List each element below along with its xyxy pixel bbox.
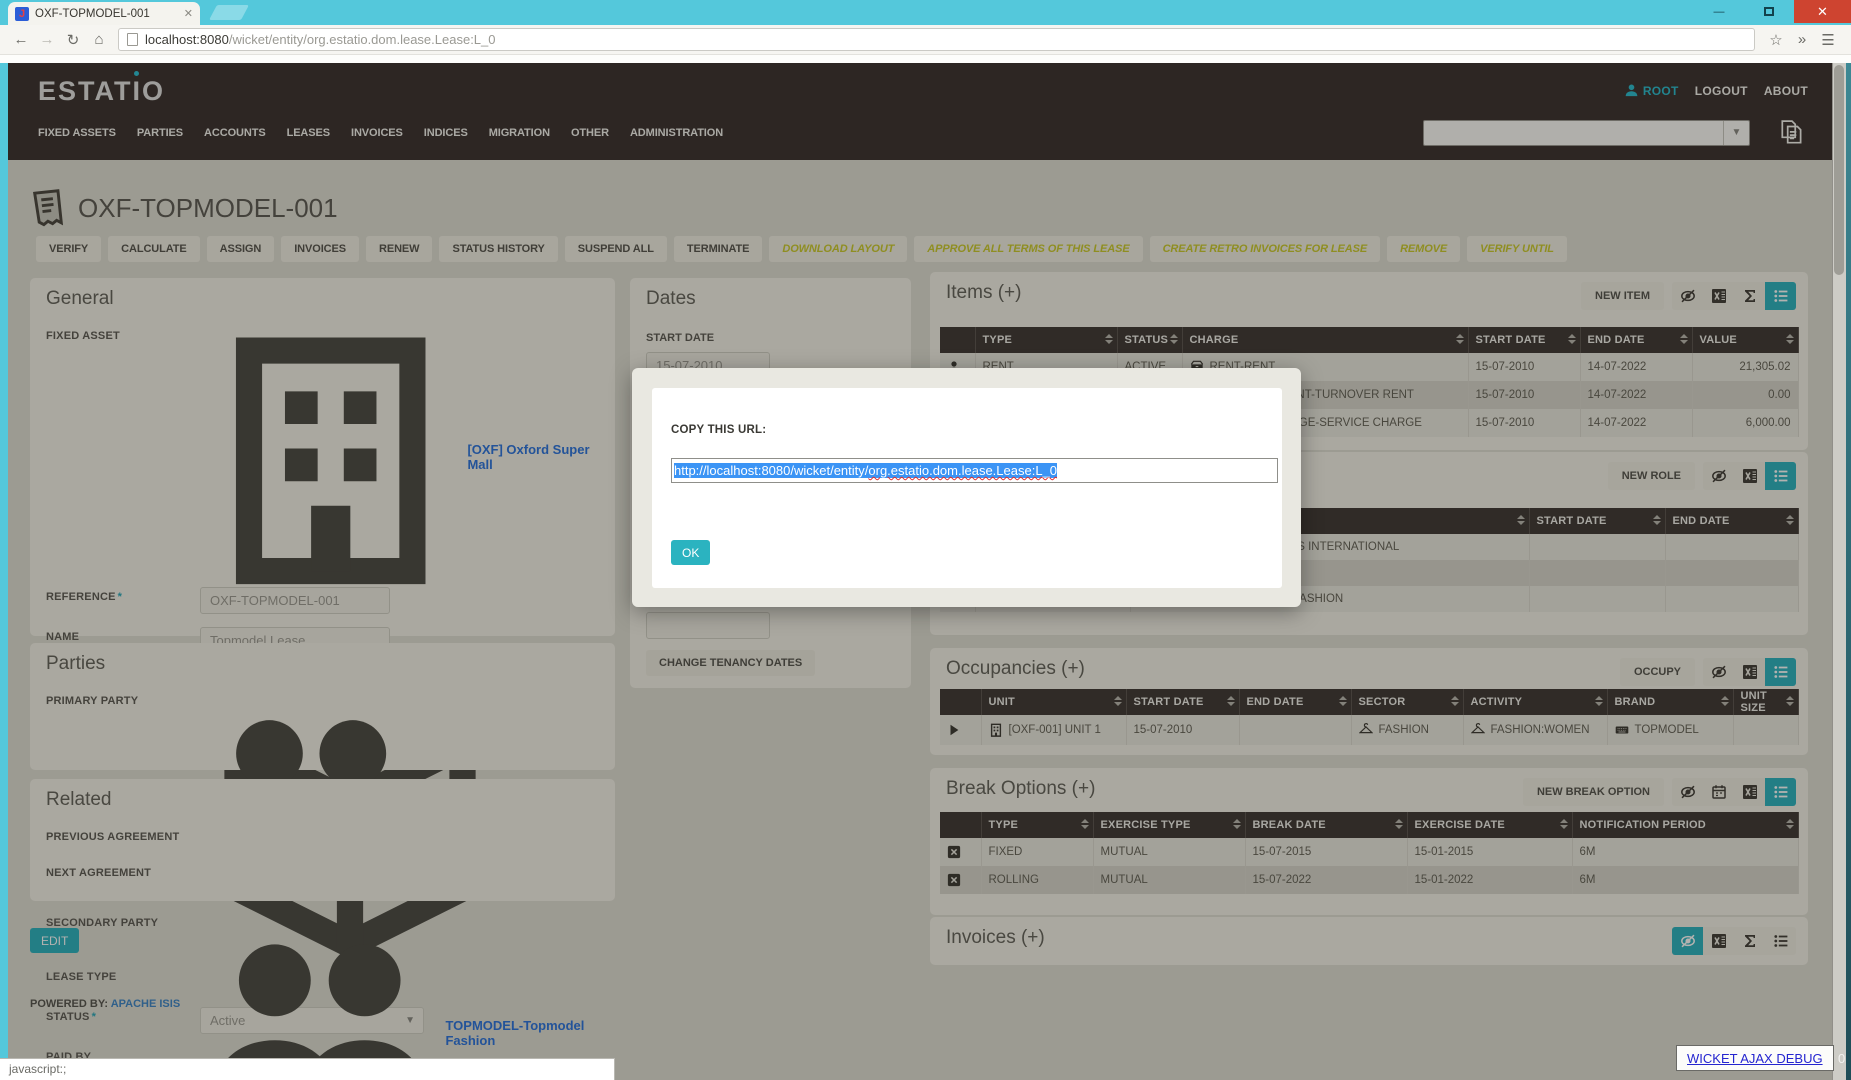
- copy-url-dialog: COPY THIS URL: http://localhost:8080/wic…: [632, 368, 1301, 607]
- back-icon[interactable]: ←: [8, 31, 34, 48]
- forward-icon[interactable]: →: [34, 31, 60, 48]
- reload-icon[interactable]: ↻: [60, 31, 86, 49]
- overflow-chevron-icon[interactable]: »: [1789, 31, 1815, 48]
- menu-icon[interactable]: ☰: [1815, 31, 1841, 49]
- copy-url-input[interactable]: http://localhost:8080/wicket/entity/org.…: [671, 458, 1278, 483]
- url-host: localhost:8080: [145, 32, 229, 47]
- window-minimize-button[interactable]: —: [1694, 0, 1744, 23]
- url-text: http://localhost:8080/wicket/entity/: [674, 463, 868, 478]
- bookmark-star-icon[interactable]: ☆: [1763, 31, 1789, 49]
- url-text-entity: org.estatio.dom.lease.Lease:L_0: [868, 463, 1057, 478]
- new-tab-button[interactable]: [209, 5, 249, 20]
- browser-tab[interactable]: J OXF-TOPMODEL-001 ✕: [8, 2, 200, 25]
- browser-titlebar: J OXF-TOPMODEL-001 ✕ — ✕: [0, 0, 1851, 25]
- page-icon: [127, 33, 138, 46]
- home-icon[interactable]: ⌂: [86, 31, 112, 48]
- window-frame-right: [1846, 25, 1851, 1080]
- url-path: /wicket/entity/org.estatio.dom.lease.Lea…: [229, 32, 496, 47]
- ok-button[interactable]: OK: [671, 540, 710, 565]
- wicket-ajax-debug-link[interactable]: WICKET AJAX DEBUG: [1676, 1045, 1834, 1071]
- favicon-icon: J: [15, 7, 29, 21]
- address-bar[interactable]: localhost:8080/wicket/entity/org.estatio…: [118, 28, 1755, 51]
- window-frame-left: [0, 0, 8, 1080]
- browser-status-bubble: javascript:;: [0, 1058, 615, 1080]
- copy-url-heading: COPY THIS URL:: [671, 424, 766, 436]
- vertical-scrollbar[interactable]: [1832, 55, 1846, 1080]
- tab-close-icon[interactable]: ✕: [184, 7, 193, 20]
- window-maximize-button[interactable]: [1744, 0, 1794, 23]
- window-close-button[interactable]: ✕: [1794, 0, 1851, 23]
- tab-title: OXF-TOPMODEL-001: [35, 8, 178, 20]
- scrollbar-thumb[interactable]: [1834, 65, 1844, 275]
- debug-counter: 0: [1838, 1051, 1845, 1066]
- browser-toolbar: ← → ↻ ⌂ localhost:8080/wicket/entity/org…: [0, 25, 1851, 55]
- chrome-bottom-strip: [0, 55, 1851, 63]
- copy-url-dialog-body: COPY THIS URL: http://localhost:8080/wic…: [652, 388, 1282, 588]
- screen: J OXF-TOPMODEL-001 ✕ — ✕ ← → ↻ ⌂ localho…: [0, 0, 1851, 1080]
